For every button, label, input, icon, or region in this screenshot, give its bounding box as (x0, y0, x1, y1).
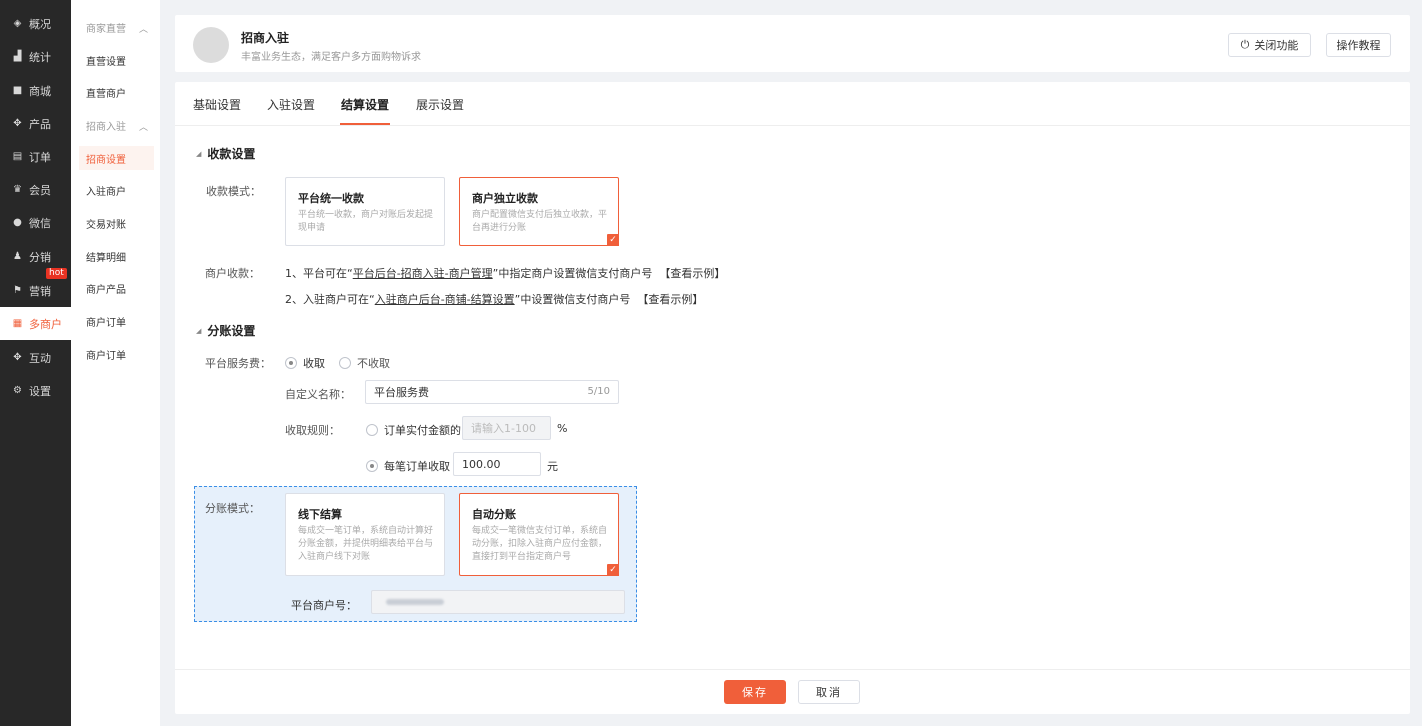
hot-badge: hot (46, 268, 67, 279)
section-title-split: ◢ 分账设置 (196, 324, 256, 338)
submenu-item-settlement-detail[interactable]: 结算明细 (79, 244, 154, 268)
close-feature-button[interactable]: ⏻ 关闭功能 (1228, 33, 1311, 57)
tab-basic-settings[interactable]: 基础设置 (193, 96, 241, 113)
tab-bar: 基础设置 入驻设置 结算设置 展示设置 (175, 82, 1410, 126)
order-icon: ▤ (12, 151, 23, 162)
option-card-merchant-collection[interactable]: 商户独立收款 商户配置微信支付后独立收款，平台再进行分账 ✓ (459, 177, 619, 246)
nav-item-interaction[interactable]: ✥ 互动 (0, 341, 71, 374)
submenu-item-merchant-orders-2[interactable]: 商户订单 (79, 342, 154, 366)
percent-unit: % (557, 422, 568, 435)
nav-item-statistics[interactable]: ▟ 统计 (0, 40, 71, 73)
yuan-unit: 元 (547, 460, 558, 473)
page-subtitle: 丰富业务生态，满足客户多方面购物诉求 (241, 52, 421, 63)
blurred-value (386, 599, 444, 605)
fixed-amount-input[interactable]: 100.00 (453, 452, 541, 476)
rule-percent-radio[interactable]: 订单实付金额的 (366, 422, 461, 438)
submenu-item-reconciliation[interactable]: 交易对账 (79, 211, 154, 235)
nav-item-marketing[interactable]: ⚑ 营销 hot (0, 268, 71, 307)
merchant-collection-label: 商户收款： (205, 267, 260, 280)
option-card-platform-collection[interactable]: 平台统一收款 平台统一收款，商户对账后发起提现申请 (285, 177, 445, 246)
tab-settlement-settings[interactable]: 结算设置 (341, 96, 389, 113)
split-mode-box: 分账模式： 线下结算 每成交一笔订单，系统自动计算好分账金额，并提供明细表给平台… (194, 486, 637, 622)
nav-item-member[interactable]: ♛ 会员 (0, 173, 71, 206)
nav-item-overview[interactable]: ◈ 概况 (0, 7, 71, 40)
nav-item-order[interactable]: ▤ 订单 (0, 140, 71, 173)
product-icon: ✥ (13, 118, 22, 129)
avatar (193, 27, 229, 63)
merchant-no-input[interactable] (371, 590, 625, 614)
option-card-auto-split[interactable]: 自动分账 每成交一笔微信支付订单，系统自动分账，扣除入驻商户应付金额，直接打到平… (459, 493, 619, 576)
footer-actions: 保存 取消 (175, 669, 1410, 714)
cancel-button[interactable]: 取消 (798, 680, 860, 704)
triangle-icon: ◢ (196, 327, 202, 335)
check-icon: ✓ (607, 564, 619, 576)
grid-icon: ✥ (13, 352, 22, 363)
custom-name-input[interactable]: 平台服务费 5/10 (365, 380, 619, 404)
flag-icon: ⚑ (13, 285, 22, 296)
nav-item-multi-merchant[interactable]: ▦ 多商户 (0, 307, 71, 340)
char-count: 5/10 (587, 386, 610, 397)
submenu-item-recruit-settings[interactable]: 招商设置 (79, 146, 154, 170)
rule-fixed-radio[interactable]: 每笔订单收取 (366, 458, 450, 474)
section-title-collection: ◢ 收款设置 (196, 147, 256, 161)
option-card-offline-settlement[interactable]: 线下结算 每成交一笔订单，系统自动计算好分账金额，并提供明细表给平台与入驻商户线… (285, 493, 445, 576)
nav-item-product[interactable]: ✥ 产品 (0, 107, 71, 140)
power-icon: ⏻ (1240, 38, 1250, 51)
save-button[interactable]: 保存 (724, 680, 786, 704)
split-mode-label: 分账模式： (205, 502, 260, 515)
submenu-item-merchant-products[interactable]: 商户产品 (79, 276, 154, 300)
charge-rule-label: 收取规则： (285, 424, 340, 437)
tab-display-settings[interactable]: 展示设置 (416, 96, 464, 113)
service-fee-on-radio[interactable]: 收取 (285, 355, 325, 371)
submenu-item-direct-settings[interactable]: 直营设置 (79, 48, 154, 72)
submenu-item-merchant-orders[interactable]: 商户订单 (79, 309, 154, 333)
page-title: 招商入驻 (241, 31, 290, 45)
service-fee-off-radio[interactable]: 不收取 (339, 355, 390, 371)
chevron-up-icon: ︿ (138, 123, 148, 133)
percent-input[interactable]: 请输入1-100 (462, 416, 551, 440)
store-icon: ■ (12, 85, 23, 96)
platform-admin-link[interactable]: 平台后台-招商入驻-商户管理 (353, 267, 493, 280)
custom-name-label: 自定义名称： (285, 388, 351, 401)
chart-icon: ▟ (13, 51, 22, 62)
nav-item-wechat[interactable]: ● 微信 (0, 206, 71, 239)
distribution-icon: ♟ (13, 251, 22, 262)
nav-item-mall[interactable]: ■ 商城 (0, 74, 71, 107)
collection-mode-label: 收款模式： (206, 185, 261, 198)
merchant-collection-line-1: 1、平台可在“平台后台-招商入驻-商户管理”中指定商户设置微信支付商户号 【查看… (285, 267, 726, 280)
wechat-icon: ● (13, 217, 22, 228)
settings-panel: 基础设置 入驻设置 结算设置 展示设置 ◢ 收款设置 收款模式： 平台统一收款 平… (175, 82, 1410, 714)
submenu-item-settled-merchants[interactable]: 入驻商户 (79, 178, 154, 202)
view-example-link-2[interactable]: 【查看示例】 (637, 293, 703, 306)
active-tab-indicator (340, 123, 390, 125)
check-icon: ✓ (607, 234, 619, 246)
merchant-no-label: 平台商户号： (291, 599, 357, 612)
sub-menu: 商家直营 ︿ 直营设置 直营商户 招商入驻 ︿ 招商设置 入驻商户 交易对账 结算明… (71, 0, 160, 726)
crown-icon: ♛ (13, 184, 22, 195)
nav-item-settings[interactable]: ⚙ 设置 (0, 374, 71, 407)
main-nav: ◈ 概况 ▟ 统计 ■ 商城 ✥ 产品 ▤ 订单 ♛ 会员 ● 微信 ♟ 分销 ⚑ 营销 hot ▦… (0, 0, 71, 726)
merchant-icon: ▦ (12, 318, 23, 329)
layers-icon: ◈ (13, 18, 22, 29)
service-fee-label: 平台服务费： (205, 357, 271, 370)
chevron-up-icon: ︿ (138, 25, 148, 35)
tutorial-button[interactable]: 操作教程 (1326, 33, 1391, 57)
submenu-group-direct[interactable]: 商家直营 ︿ (79, 15, 154, 39)
merchant-collection-line-2: 2、入驻商户可在“入驻商户后台-商铺-结算设置”中设置微信支付商户号 【查看示例… (285, 293, 704, 306)
page-header: 招商入驻 丰富业务生态，满足客户多方面购物诉求 ⏻ 关闭功能 操作教程 (175, 15, 1410, 72)
submenu-group-recruit[interactable]: 招商入驻 ︿ (79, 113, 154, 137)
view-example-link-1[interactable]: 【查看示例】 (659, 267, 725, 280)
tab-entry-settings[interactable]: 入驻设置 (267, 96, 315, 113)
gear-icon: ⚙ (13, 385, 22, 396)
triangle-icon: ◢ (196, 150, 202, 158)
merchant-admin-link[interactable]: 入驻商户后台-商铺-结算设置 (375, 293, 515, 306)
submenu-item-direct-merchants[interactable]: 直营商户 (79, 80, 154, 104)
